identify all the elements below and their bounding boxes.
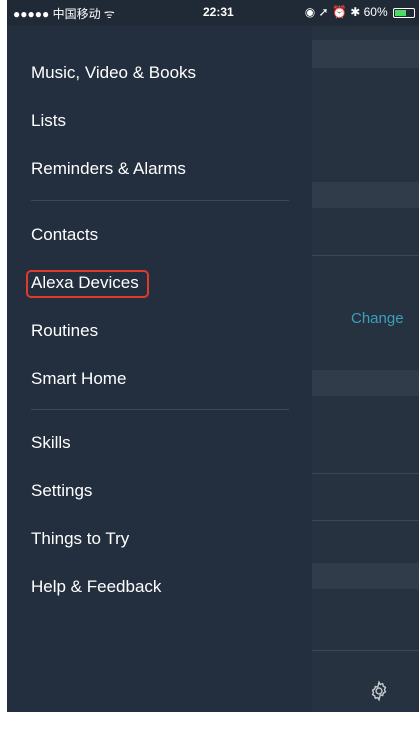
menu-item-settings[interactable]: Settings: [31, 481, 92, 501]
menu-divider: [31, 409, 289, 410]
menu-item-music-video-books[interactable]: Music, Video & Books: [31, 63, 196, 83]
background-divider: [312, 520, 419, 521]
battery-icon: [393, 7, 415, 18]
menu-item-contacts[interactable]: Contacts: [31, 225, 98, 245]
background-band: [312, 563, 419, 589]
carrier-text: ●●●●● 中国移动: [13, 7, 101, 21]
background-band: [312, 40, 419, 68]
background-divider: [312, 650, 419, 651]
battery-percent: 60%: [363, 5, 388, 19]
menu-item-routines[interactable]: Routines: [31, 321, 98, 341]
background-content: [312, 26, 419, 712]
phone-screen: ●●●●● 中国移动 ᯤ 22:31 ◉ ➚ ⏰ ✱ 60% Change Mu…: [7, 0, 419, 712]
background-divider: [312, 473, 419, 474]
menu-item-lists[interactable]: Lists: [31, 111, 66, 131]
menu-item-reminders-alarms[interactable]: Reminders & Alarms: [31, 159, 186, 179]
menu-item-smart-home[interactable]: Smart Home: [31, 369, 126, 389]
status-right: ◉ ➚ ⏰ ✱ 60%: [305, 5, 415, 19]
carrier-signal: ●●●●● 中国移动 ᯤ: [13, 5, 115, 22]
menu-item-help-feedback[interactable]: Help & Feedback: [31, 577, 161, 597]
status-time: 22:31: [203, 5, 234, 19]
menu-item-alexa-devices[interactable]: Alexa Devices: [31, 273, 139, 293]
background-band: [312, 182, 419, 208]
gear-icon[interactable]: [368, 680, 390, 702]
background-band: [312, 370, 419, 396]
bottom-margin: [0, 712, 419, 740]
background-divider: [312, 255, 419, 256]
menu-divider: [31, 200, 289, 201]
side-menu: Music, Video & Books Lists Reminders & A…: [7, 26, 312, 712]
wifi-icon: ᯤ: [103, 7, 115, 21]
status-bar: ●●●●● 中国移动 ᯤ 22:31 ◉ ➚ ⏰ ✱ 60%: [7, 0, 419, 26]
change-link[interactable]: Change: [351, 310, 404, 327]
status-icons: ◉ ➚ ⏰ ✱: [304, 5, 361, 19]
menu-item-skills[interactable]: Skills: [31, 433, 71, 453]
menu-item-things-to-try[interactable]: Things to Try: [31, 529, 129, 549]
